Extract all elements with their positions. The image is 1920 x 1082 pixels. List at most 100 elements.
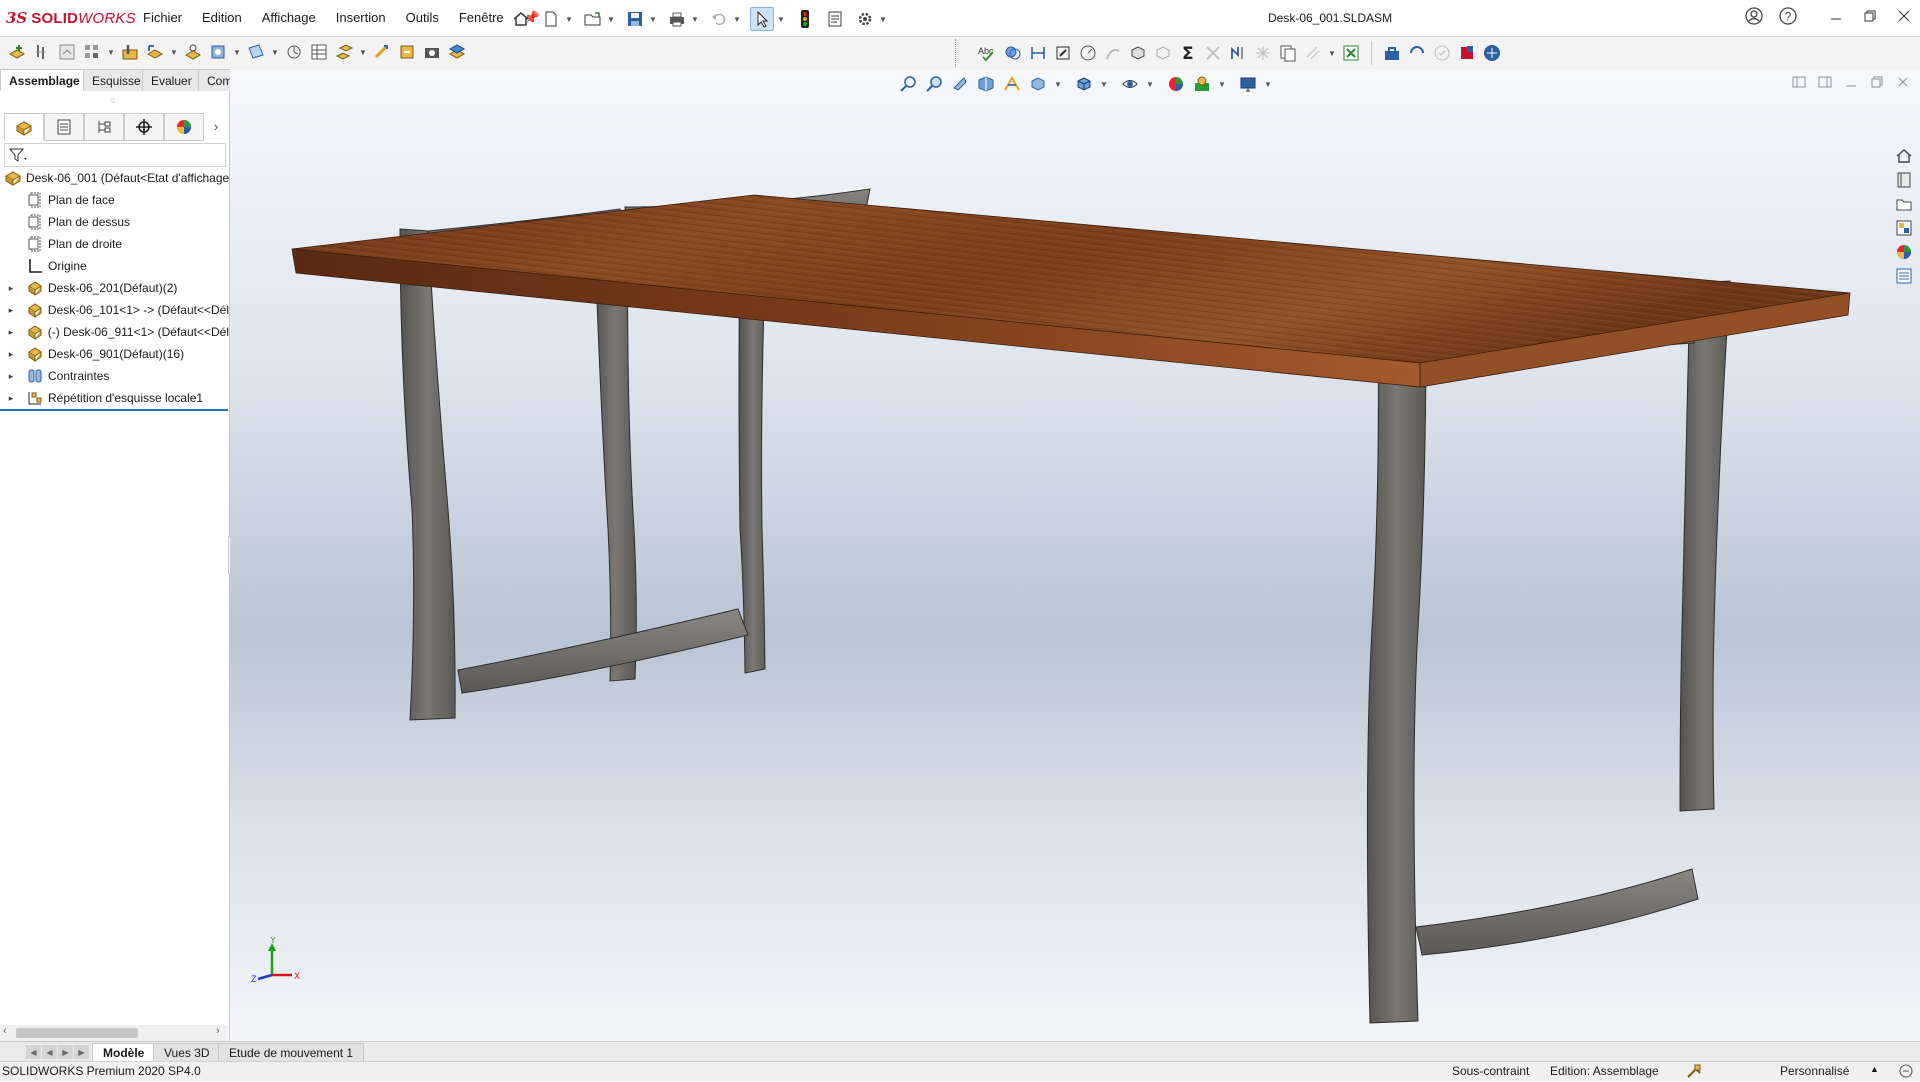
tab-vues-3d[interactable]: Vues 3D bbox=[153, 1043, 221, 1063]
prev-tab-icon[interactable]: ◀ bbox=[42, 1045, 57, 1059]
analysis-dropdown-icon[interactable]: ▼ bbox=[1327, 49, 1337, 58]
stop-red-icon[interactable] bbox=[1456, 42, 1478, 64]
expand-arrow-icon[interactable]: ▸ bbox=[6, 283, 16, 294]
expand-arrow-icon[interactable]: ▸ bbox=[6, 305, 16, 316]
tree-item-desk-06-911[interactable]: ▸ (-) Desk-06_911<1> (Défaut<<Dél bbox=[0, 321, 229, 343]
performance-evaluation-icon[interactable] bbox=[1227, 42, 1249, 64]
undo-dropdown-icon[interactable]: ▼ bbox=[732, 15, 742, 24]
file-properties-icon[interactable] bbox=[824, 8, 846, 30]
tab-modele[interactable]: Modèle bbox=[92, 1043, 156, 1063]
units-dropdown-icon[interactable]: ▲ bbox=[1870, 1064, 1879, 1074]
scroll-right-icon[interactable]: › bbox=[216, 1025, 220, 1037]
tree-filter-field[interactable] bbox=[4, 143, 226, 167]
tree-item-contraintes[interactable]: ▸ Contraintes bbox=[0, 365, 229, 387]
tab-configuration-manager[interactable] bbox=[84, 113, 124, 141]
design-library-icon[interactable] bbox=[1892, 169, 1916, 191]
last-tab-icon[interactable]: ▶ bbox=[74, 1045, 89, 1059]
print-icon[interactable] bbox=[666, 8, 688, 30]
status-units[interactable]: Personnalisé bbox=[1780, 1064, 1849, 1078]
tab-display-manager[interactable] bbox=[164, 113, 204, 141]
next-tab-icon[interactable]: ▶ bbox=[58, 1045, 73, 1059]
spell-check-icon[interactable]: Abc bbox=[977, 42, 999, 64]
options-gear-icon[interactable] bbox=[854, 8, 876, 30]
tree-item-plan-de-face[interactable]: Plan de face bbox=[0, 189, 229, 211]
minimize-icon[interactable] bbox=[1826, 6, 1846, 29]
exploded-dropdown-icon[interactable]: ▼ bbox=[358, 48, 368, 57]
smart-fasteners-icon[interactable] bbox=[119, 41, 141, 63]
tab-assemblage[interactable]: Assemblage bbox=[0, 69, 89, 91]
tree-item-desk-06-201[interactable]: ▸ Desk-06_201(Défaut)(2) bbox=[0, 277, 229, 299]
panel-grip-icon[interactable]: ○ bbox=[110, 95, 115, 105]
menu-edition[interactable]: Edition bbox=[202, 10, 242, 26]
open-folder-icon[interactable] bbox=[582, 8, 604, 30]
tree-item-desk-06-901[interactable]: ▸ Desk-06_901(Défaut)(16) bbox=[0, 343, 229, 365]
save-dropdown-icon[interactable]: ▼ bbox=[648, 15, 658, 24]
section-properties-icon[interactable] bbox=[1152, 42, 1174, 64]
rebuild-status-icon[interactable] bbox=[1686, 1063, 1702, 1082]
exploded-view-icon[interactable] bbox=[333, 41, 355, 63]
menu-insertion[interactable]: Insertion bbox=[336, 10, 386, 26]
tab-esquisse[interactable]: Esquisse bbox=[83, 69, 150, 91]
linear-pattern-icon[interactable] bbox=[81, 41, 103, 63]
rebuild-traffic-light-icon[interactable] bbox=[794, 8, 816, 30]
move-dropdown-icon[interactable]: ▼ bbox=[169, 48, 179, 57]
tree-item-desk-06-101[interactable]: ▸ Desk-06_101<1> -> (Défaut<<Dél bbox=[0, 299, 229, 321]
assembly-features-icon[interactable] bbox=[207, 41, 229, 63]
assembly-visualization-icon[interactable] bbox=[1202, 42, 1224, 64]
file-explorer-icon[interactable] bbox=[1892, 193, 1916, 215]
panel-tabs-more-icon[interactable]: › bbox=[204, 113, 228, 139]
instant3d-icon[interactable] bbox=[371, 41, 393, 63]
move-component-icon[interactable] bbox=[144, 41, 166, 63]
insert-component-icon[interactable] bbox=[6, 41, 28, 63]
expand-arrow-icon[interactable]: ▸ bbox=[6, 349, 16, 360]
select-dropdown-icon[interactable]: ▼ bbox=[776, 15, 786, 24]
menu-outils[interactable]: Outils bbox=[406, 10, 439, 26]
print-dropdown-icon[interactable]: ▼ bbox=[690, 15, 700, 24]
markup-icon[interactable] bbox=[1102, 42, 1124, 64]
menu-fichier[interactable]: Fichier bbox=[143, 10, 182, 26]
tree-horizontal-scrollbar[interactable]: ‹ › bbox=[0, 1025, 228, 1041]
expand-arrow-icon[interactable]: ▸ bbox=[6, 393, 16, 404]
features-dropdown-icon[interactable]: ▼ bbox=[232, 48, 242, 57]
help-icon[interactable]: ? bbox=[1778, 6, 1798, 29]
toolbar-grip[interactable] bbox=[955, 39, 958, 67]
scroll-left-icon[interactable]: ‹ bbox=[3, 1025, 7, 1037]
tab-dimxpert-manager[interactable] bbox=[124, 113, 164, 141]
expand-arrow-icon[interactable]: ▸ bbox=[6, 327, 16, 338]
tree-item-origine[interactable]: Origine bbox=[0, 255, 229, 277]
bill-of-materials-icon[interactable] bbox=[308, 41, 330, 63]
appearances-scenes-icon[interactable] bbox=[1892, 241, 1916, 263]
first-tab-icon[interactable]: ◀ bbox=[26, 1045, 41, 1059]
toolbox-icon[interactable] bbox=[1381, 42, 1403, 64]
dimxpert-icon[interactable] bbox=[1431, 42, 1453, 64]
tab-evaluer[interactable]: Evaluer bbox=[142, 69, 201, 91]
interference-detection-icon[interactable] bbox=[1002, 42, 1024, 64]
tab-property-manager[interactable] bbox=[44, 113, 84, 141]
menu-fenetre[interactable]: Fenêtre bbox=[459, 10, 504, 26]
expand-arrow-icon[interactable]: ▸ bbox=[6, 371, 16, 382]
tree-item-repetition-esquisse[interactable]: ▸ Répétition d'esquisse locale1 bbox=[0, 387, 229, 409]
pattern-dropdown-icon[interactable]: ▼ bbox=[106, 48, 116, 57]
component-preview-icon[interactable] bbox=[56, 41, 78, 63]
reference-geometry-icon[interactable] bbox=[245, 41, 267, 63]
select-cursor-icon[interactable] bbox=[750, 7, 774, 31]
restore-icon[interactable] bbox=[1860, 6, 1880, 29]
tree-item-plan-de-droite[interactable]: Plan de droite bbox=[0, 233, 229, 255]
undo-icon[interactable] bbox=[708, 8, 730, 30]
menu-affichage[interactable]: Affichage bbox=[262, 10, 316, 26]
motion-manager-icon[interactable] bbox=[1406, 42, 1428, 64]
excel-design-table-icon[interactable] bbox=[1340, 42, 1362, 64]
save-icon[interactable] bbox=[624, 8, 646, 30]
web-help-icon[interactable] bbox=[1481, 42, 1503, 64]
feedback-icon[interactable] bbox=[1898, 1063, 1914, 1082]
hole-alignment-icon[interactable] bbox=[1052, 42, 1074, 64]
scroll-thumb[interactable] bbox=[16, 1028, 138, 1038]
home-icon[interactable] bbox=[510, 8, 532, 30]
update-speedpak-icon[interactable] bbox=[396, 41, 418, 63]
open-dropdown-icon[interactable]: ▼ bbox=[606, 15, 616, 24]
measure-icon[interactable] bbox=[1077, 42, 1099, 64]
large-assembly-mode-icon[interactable] bbox=[446, 41, 468, 63]
show-hidden-icon[interactable] bbox=[182, 41, 204, 63]
desk-model-render[interactable] bbox=[230, 69, 1920, 1041]
close-icon[interactable] bbox=[1894, 6, 1914, 29]
